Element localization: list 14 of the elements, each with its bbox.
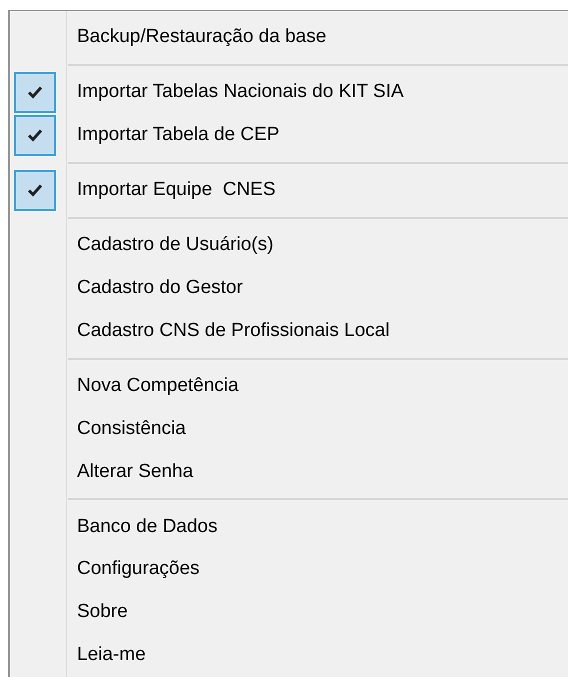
menu-item[interactable]: Leia-me bbox=[10, 634, 568, 677]
menu-item[interactable]: Cadastro CNS de Profissionais Local bbox=[10, 310, 568, 353]
menu-item[interactable]: Importar Tabela de CEP bbox=[10, 114, 568, 157]
menu-item[interactable]: Importar Tabelas Nacionais do KIT SIA bbox=[10, 70, 568, 114]
menu-item[interactable]: Backup/Restauração da base bbox=[10, 16, 568, 59]
menu-item[interactable]: Nova Competência bbox=[10, 364, 568, 408]
menu-item[interactable]: Alterar Senha bbox=[10, 450, 568, 494]
menu-item[interactable]: Configurações bbox=[10, 548, 568, 592]
menu-item[interactable]: Consistência bbox=[10, 407, 568, 450]
menu-item[interactable]: Banco de Dados bbox=[10, 505, 568, 548]
menu-item[interactable]: Importar Equipe CNES bbox=[10, 168, 568, 212]
menu-item[interactable]: Cadastro de Usuário(s) bbox=[10, 224, 568, 267]
menu-item[interactable]: Cadastro do Gestor bbox=[10, 266, 568, 310]
menu-item[interactable]: Sobre bbox=[10, 591, 568, 634]
